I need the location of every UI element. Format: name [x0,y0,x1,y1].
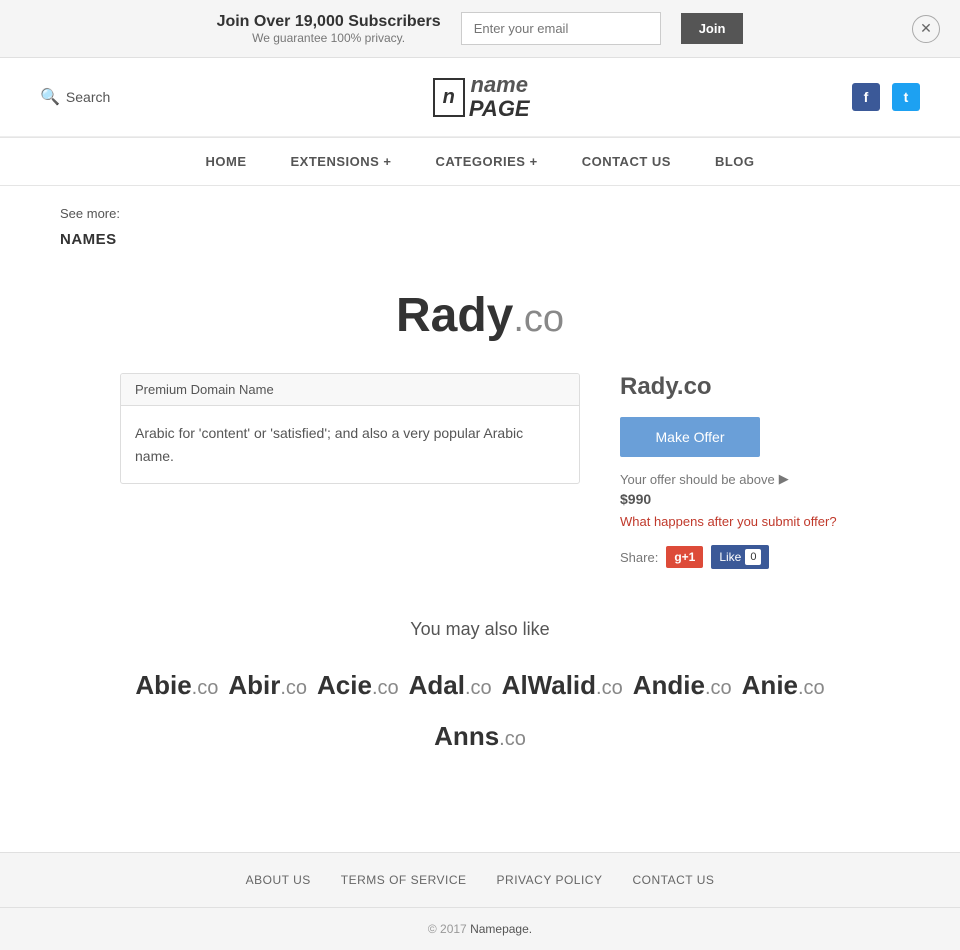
nav-item-extensions[interactable]: EXTENSIONS + [268,138,413,185]
twitter-icon[interactable]: t [892,83,920,111]
join-button[interactable]: Join [681,13,744,44]
main-content: Rady.co Premium Domain Name Arabic for '… [80,268,880,812]
suggestion-name: Anie [742,670,798,700]
banner-text: Join Over 19,000 Subscribers We guarante… [217,13,441,45]
suggestion-tld: .co [798,677,825,699]
left-panel: Premium Domain Name Arabic for 'content'… [120,373,580,484]
domain-suggestion[interactable]: Abir.co [228,670,307,701]
nav-item-home[interactable]: HOME [183,138,268,185]
logo-icon: n [433,78,465,117]
share-label: Share: [620,550,658,565]
domain-suggestion[interactable]: Andie.co [633,670,732,701]
suggestion-tld: .co [705,677,732,699]
domain-display-name: Rady.co [620,373,840,401]
share-row: Share: g+1 Like 0 [620,545,840,569]
breadcrumb: See more: [0,186,960,231]
domain-suggestion[interactable]: Abie.co [135,670,218,701]
domain-suggestion[interactable]: Acie.co [317,670,399,701]
see-more-label: See more: [60,206,120,221]
domain-suggestion[interactable]: Adal.co [409,670,492,701]
suggestion-tld: .co [499,728,526,750]
suggestion-name: Anns [434,721,499,751]
fb-like-count: 0 [745,549,761,565]
also-like-title: You may also like [120,619,840,640]
right-panel: Rady.co Make Offer Your offer should be … [620,373,840,569]
header: 🔍 Search n name PAGE f t [0,58,960,137]
chevron-right-icon: ▶ [779,471,789,487]
domain-grid: Abie.coAbir.coAcie.coAdal.coAlWalid.coAn… [120,670,840,752]
fb-like-label: Like [719,550,741,564]
make-offer-button[interactable]: Make Offer [620,417,760,457]
logo-page: PAGE [469,97,530,121]
domain-title: Rady.co [120,288,840,343]
domain-name-part: Rady [396,289,513,342]
banner-subtitle: We guarantee 100% privacy. [217,31,441,45]
footer-link-terms[interactable]: TERMS OF SERVICE [341,873,467,887]
footer-link-about[interactable]: ABOUT US [246,873,311,887]
footer: ABOUT US TERMS OF SERVICE PRIVACY POLICY CO… [0,852,960,950]
search-icon: 🔍 [40,87,60,107]
footer-links: ABOUT US TERMS OF SERVICE PRIVACY POLICY CO… [0,853,960,908]
gplus-button[interactable]: g+1 [666,546,703,568]
suggestion-name: Abir [228,670,280,700]
suggestion-name: AlWalid [502,670,596,700]
suggestion-tld: .co [372,677,399,699]
suggestion-tld: .co [280,677,307,699]
footer-copyright: © 2017 Namepage. [0,908,960,950]
logo-box: n name PAGE [433,73,530,121]
search-area[interactable]: 🔍 Search [40,87,110,107]
also-like-section: You may also like Abie.coAbir.coAcie.coA… [120,619,840,752]
domain-big-name: Rady.co [396,289,564,342]
logo-area[interactable]: n name PAGE [433,73,530,121]
suggestion-name: Andie [633,670,705,700]
nav-item-blog[interactable]: BLOG [693,138,777,185]
suggestion-tld: .co [465,677,492,699]
search-label: Search [66,89,110,105]
suggestion-name: Acie [317,670,372,700]
banner-title: Join Over 19,000 Subscribers [217,13,441,31]
logo-text: name PAGE [465,73,530,121]
breadcrumb-category[interactable]: NAMES [0,231,960,268]
facebook-icon[interactable]: f [852,83,880,111]
fb-like-button[interactable]: Like 0 [711,545,769,569]
suggestion-name: Adal [409,670,465,700]
top-banner: Join Over 19,000 Subscribers We guarante… [0,0,960,58]
premium-box: Premium Domain Name Arabic for 'content'… [120,373,580,484]
offer-link[interactable]: What happens after you submit offer? [620,514,837,529]
social-icons: f t [852,83,920,111]
footer-link-contact[interactable]: CONTACT US [632,873,714,887]
nav-item-contact[interactable]: CONTACT US [560,138,693,185]
suggestion-tld: .co [192,677,219,699]
nav-item-categories[interactable]: CATEGORIES + [413,138,559,185]
content-grid: Premium Domain Name Arabic for 'content'… [120,373,840,569]
domain-suggestion[interactable]: Anie.co [742,670,825,701]
suggestion-tld: .co [596,677,623,699]
domain-suggestion[interactable]: Anns.co [434,721,526,752]
premium-tab: Premium Domain Name [121,374,579,406]
nav: HOME EXTENSIONS + CATEGORIES + CONTACT U… [0,137,960,186]
offer-price: $990 [620,491,840,507]
footer-link-privacy[interactable]: PRIVACY POLICY [497,873,603,887]
domain-suggestion[interactable]: AlWalid.co [502,670,623,701]
domain-description: Arabic for 'content' or 'satisfied'; and… [121,406,579,483]
email-input[interactable] [461,12,661,45]
suggestion-name: Abie [135,670,191,700]
logo-name: name [469,73,530,97]
offer-hint-text: Your offer should be above [620,472,775,487]
footer-brand[interactable]: Namepage. [470,922,532,936]
domain-tld-part: .co [513,298,564,340]
offer-hint: Your offer should be above ▶ [620,471,840,487]
close-banner-button[interactable]: ✕ [912,15,940,43]
copyright-year: © 2017 [428,922,467,936]
